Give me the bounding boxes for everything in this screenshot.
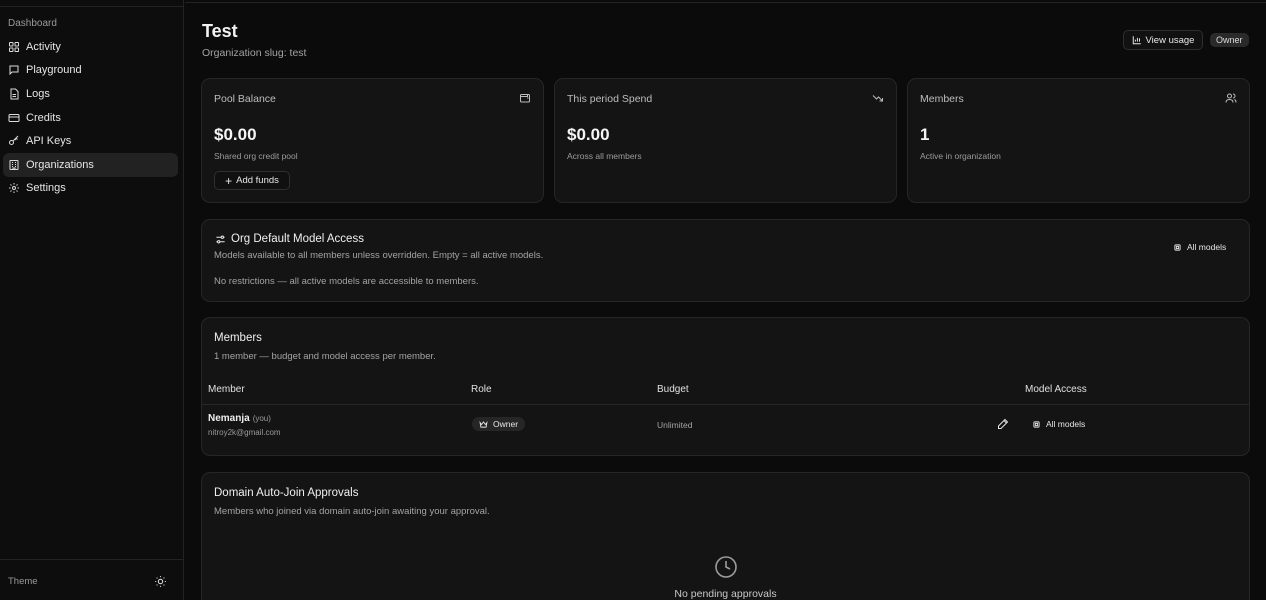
theme-label: Theme <box>8 576 38 587</box>
member-model-access-label: All models <box>1046 419 1086 429</box>
stat-subtitle: Across all members <box>567 151 642 161</box>
view-usage-label: View usage <box>1145 34 1195 46</box>
sidebar-item-label: Organizations <box>26 158 94 171</box>
wallet-icon <box>520 94 530 103</box>
users-icon <box>1225 93 1237 103</box>
add-funds-button[interactable]: + Add funds <box>214 171 290 190</box>
sidebar-section-label: Dashboard <box>8 18 57 29</box>
member-role-label: Owner <box>493 419 519 429</box>
sun-icon[interactable] <box>154 575 167 588</box>
trending-down-icon <box>872 95 883 102</box>
you-indicator: (you) <box>252 414 271 423</box>
model-access-card: Org Default Model Access Models availabl… <box>201 219 1250 302</box>
sidebar-item-label: Credits <box>26 111 61 124</box>
approvals-section: Domain Auto-Join Approvals Members who j… <box>201 472 1250 600</box>
sidebar-item-organizations[interactable]: Organizations <box>3 152 178 177</box>
sidebar-item-label: Logs <box>26 87 50 100</box>
all-models-button[interactable]: All models <box>1173 242 1226 252</box>
key-icon <box>9 135 19 146</box>
stat-value: $0.00 <box>567 125 610 144</box>
stat-subtitle: Shared org credit pool <box>214 151 298 161</box>
stat-title: Pool Balance <box>214 93 276 105</box>
column-header-budget: Budget <box>657 384 689 395</box>
sidebar-item-playground[interactable]: Playground <box>3 59 178 83</box>
sidebar-divider <box>0 6 183 7</box>
member-email: nitroy2k@gmail.com <box>208 428 281 437</box>
model-access-title: Org Default Model Access <box>231 233 364 245</box>
chat-icon <box>9 65 19 76</box>
member-name-text: Nemanja <box>208 413 250 424</box>
chip-icon <box>1174 243 1181 251</box>
all-models-label: All models <box>1187 242 1227 252</box>
crown-icon <box>479 420 488 428</box>
approvals-title: Domain Auto-Join Approvals <box>214 487 359 499</box>
building-icon <box>9 159 19 170</box>
empty-state-text: No pending approvals <box>674 588 777 600</box>
role-badge: Owner <box>1210 33 1249 47</box>
sidebar-divider <box>0 559 183 560</box>
add-funds-label: Add funds <box>236 175 279 186</box>
members-title: Members <box>214 332 262 344</box>
sidebar-item-label: Activity <box>26 40 61 53</box>
sidebar-nav: Activity Playground Logs Credits API Key… <box>3 35 178 200</box>
main-divider <box>185 2 1266 3</box>
grid-icon <box>9 41 19 52</box>
members-section: Members 1 member — budget and model acce… <box>201 317 1250 456</box>
stat-subtitle: Active in organization <box>920 151 1001 161</box>
pencil-icon[interactable] <box>997 418 1009 430</box>
sidebar: Dashboard Activity Playground Logs Credi… <box>0 0 184 600</box>
clock-icon <box>715 556 737 578</box>
sidebar-item-credits[interactable]: Credits <box>3 106 178 130</box>
pool-balance-card: Pool Balance $0.00 Shared org credit poo… <box>201 78 544 203</box>
view-usage-button[interactable]: View usage <box>1123 30 1203 50</box>
sidebar-item-activity[interactable]: Activity <box>3 35 178 59</box>
column-header-member: Member <box>208 384 245 395</box>
sidebar-item-api-keys[interactable]: API Keys <box>3 129 178 153</box>
sidebar-item-label: Settings <box>26 182 66 195</box>
stat-value: $0.00 <box>214 125 257 144</box>
gear-icon <box>9 183 19 194</box>
sliders-icon <box>216 235 225 244</box>
sidebar-item-settings[interactable]: Settings <box>3 177 178 201</box>
column-header-role: Role <box>471 384 492 395</box>
file-icon <box>10 88 19 100</box>
member-name: Nemanja (you) <box>208 413 271 424</box>
members-card: Members 1 Active in organization <box>907 78 1250 203</box>
stat-title: This period Spend <box>567 93 653 105</box>
main-content: Test Organization slug: test View usage … <box>185 0 1266 600</box>
member-budget: Unlimited <box>657 420 693 430</box>
members-description: 1 member — budget and model access per m… <box>214 351 436 362</box>
chip-icon <box>1033 420 1040 428</box>
member-role-badge: Owner <box>472 417 526 431</box>
card-icon <box>8 113 20 122</box>
model-access-description: Models available to all members unless o… <box>214 250 544 261</box>
period-spend-card: This period Spend $0.00 Across all membe… <box>554 78 897 203</box>
model-access-status: No restrictions — all active models are … <box>214 276 479 287</box>
bar-chart-icon <box>1132 36 1141 45</box>
page-title: Test <box>202 21 238 41</box>
member-model-access-button[interactable]: All models <box>1032 419 1085 429</box>
sidebar-item-logs[interactable]: Logs <box>3 82 178 106</box>
approvals-description: Members who joined via domain auto-join … <box>214 506 490 517</box>
org-slug: Organization slug: test <box>202 47 307 59</box>
sidebar-item-label: Playground <box>26 64 82 77</box>
sidebar-item-label: API Keys <box>26 135 72 148</box>
stat-title: Members <box>920 93 964 105</box>
plus-icon: + <box>225 173 233 188</box>
table-divider <box>202 404 1249 405</box>
stat-value: 1 <box>920 125 930 144</box>
column-header-model-access: Model Access <box>1025 384 1087 395</box>
